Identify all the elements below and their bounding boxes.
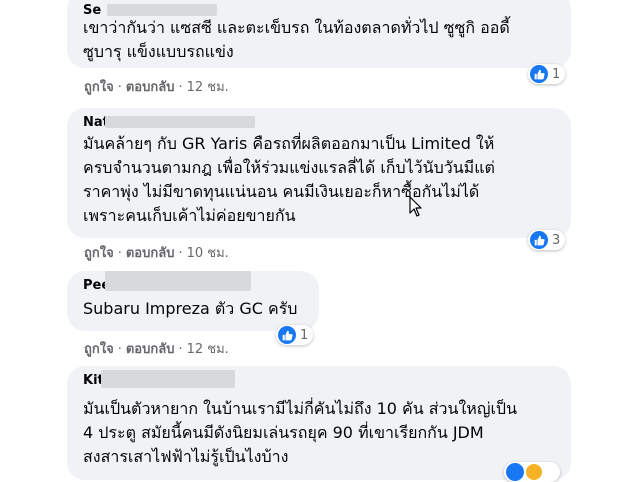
comment-text-line: มันคล้ายๆ กับ GR Yaris คือรถที่ผลิตออกมา… xyxy=(83,134,495,153)
reply-button[interactable]: ตอบกลับ xyxy=(126,80,175,95)
comment-actions: ถูกใจ · ตอบกลับ · 12 ชม. xyxy=(84,76,229,97)
reaction-count-badge[interactable]: 1 xyxy=(276,325,314,345)
comment-bubble: Se เขาว่ากันว่า แซสซี และตะเข็บรถ ในท้อง… xyxy=(67,0,571,68)
comment-timestamp[interactable]: 10 ชม. xyxy=(187,246,229,261)
comment-text-line: เขาว่ากันว่า แซสซี และตะเข็บรถ ในท้องตลา… xyxy=(83,18,510,37)
comment-bubble: Pee Subaru Impreza ตัว GC ครับ xyxy=(67,271,319,331)
reaction-count-badge[interactable]: 1 xyxy=(528,64,566,84)
like-button[interactable]: ถูกใจ xyxy=(84,246,114,261)
like-reaction-icon xyxy=(506,463,524,481)
reply-button[interactable]: ตอบกลับ xyxy=(126,246,175,261)
comment-text-line: 4 ประตู สมัยนี้คนมีดังนิยมเล่นรถยุค 90 ท… xyxy=(83,423,484,442)
comment-timestamp[interactable]: 12 ชม. xyxy=(187,342,229,357)
separator: · xyxy=(178,80,183,95)
like-reaction-icon xyxy=(530,65,548,83)
like-button[interactable]: ถูกใจ xyxy=(84,80,114,95)
reaction-count: 3 xyxy=(552,232,561,248)
reply-button[interactable]: ตอบกลับ xyxy=(126,342,175,357)
comment-text-line: ซูบารุ แข็งแบบรถแข่ง xyxy=(83,42,234,61)
redacted-name xyxy=(107,4,217,16)
comment-actions: ถูกใจ · ตอบกลับ · 12 ชม. xyxy=(84,338,229,359)
like-button[interactable]: ถูกใจ xyxy=(84,342,114,357)
redacted-name xyxy=(101,370,235,388)
like-reaction-icon xyxy=(278,326,296,344)
comment-text-line: ครบจำนวนตามกฎ เพื่อให้ร่วมแข่งแรลลี่ได้ … xyxy=(83,158,495,177)
comment-timestamp[interactable]: 12 ชม. xyxy=(187,80,229,95)
comment-text-line: มันเป็นตัวหายาก ในบ้านเรามีไม่กี่คันไม่ถ… xyxy=(83,399,518,418)
separator: · xyxy=(178,342,183,357)
reaction-count: 1 xyxy=(300,327,309,343)
separator: · xyxy=(117,342,122,357)
redacted-name xyxy=(105,271,251,291)
like-reaction-icon xyxy=(530,231,548,249)
separator: · xyxy=(117,246,122,261)
mouse-cursor-icon xyxy=(409,196,422,217)
reaction-count: 1 xyxy=(552,66,561,82)
separator: · xyxy=(117,80,122,95)
haha-reaction-icon xyxy=(526,464,542,480)
reaction-badge-partial[interactable] xyxy=(504,462,560,482)
comment-bubble: Kit มันเป็นตัวหายาก ในบ้านเรามีไม่กี่คัน… xyxy=(67,366,571,480)
comment-bubble: Nat มันคล้ายๆ กับ GR Yaris คือรถที่ผลิตอ… xyxy=(67,108,571,238)
comment-text-line: เพราะคนเก็บเค้าไม่ค่อยขายกัน xyxy=(83,206,296,225)
comment-text-line: สงสารเสาไฟฟ้าไม่รู้เป็นไงบ้าง xyxy=(83,447,289,466)
comment-actions: ถูกใจ · ตอบกลับ · 10 ชม. xyxy=(84,242,229,263)
reaction-count-badge[interactable]: 3 xyxy=(528,230,566,250)
separator: · xyxy=(178,246,183,261)
comment-text-line: Subaru Impreza ตัว GC ครับ xyxy=(83,299,298,318)
redacted-name xyxy=(105,116,255,128)
